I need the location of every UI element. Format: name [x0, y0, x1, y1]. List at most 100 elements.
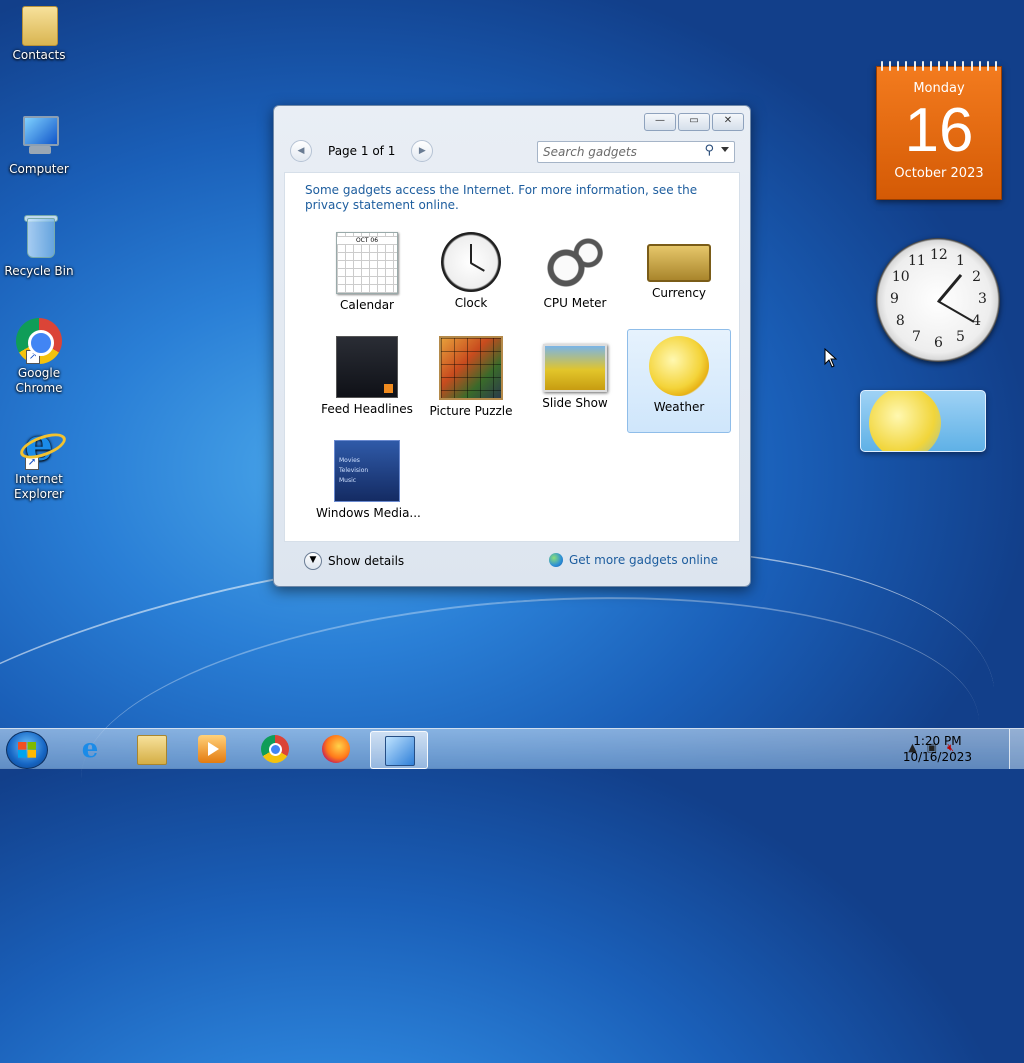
clock-number: 8	[895, 313, 905, 329]
gadget-tile-clock[interactable]: Clock	[419, 225, 523, 329]
desktop-icon-label: Recycle Bin	[4, 264, 74, 278]
chrome-icon: ↗	[16, 318, 62, 364]
desktop-icon-recycle-bin[interactable]: Recycle Bin	[4, 214, 74, 279]
recycle-bin-icon	[15, 214, 63, 262]
taskbar-google-chrome[interactable]	[247, 731, 303, 767]
gadgets-window-footer: ▼ Show details Get more gadgets online	[284, 546, 738, 576]
weather-gadget[interactable]	[860, 390, 986, 452]
window-controls: — ▭ ✕	[644, 113, 744, 131]
shortcut-arrow-icon: ↗	[25, 456, 39, 470]
gadget-tile-calendar[interactable]: OCT 06 Calendar	[315, 225, 419, 329]
gadget-name: Calendar	[340, 298, 394, 312]
chrome-icon	[261, 735, 289, 763]
internet-explorer-icon: e ↗	[15, 422, 63, 470]
taskbar-gadgets[interactable]	[370, 731, 428, 769]
search-placeholder: Search gadgets	[543, 145, 637, 159]
clock-number: 10	[891, 269, 910, 285]
gadget-name: Windows Media...	[316, 506, 421, 520]
calendar-thumb-month: OCT 06	[337, 237, 397, 244]
privacy-info-text[interactable]: Some gadgets access the Internet. For mo…	[305, 183, 715, 213]
desktop-icon-computer[interactable]: Computer	[4, 112, 74, 177]
gadget-name: Weather	[653, 400, 705, 414]
computer-icon	[15, 112, 63, 160]
close-button[interactable]: ✕	[712, 113, 744, 131]
search-icon[interactable]: ⚲	[704, 143, 714, 158]
desktop-icon-internet-explorer[interactable]: e ↗ Internet Explorer	[4, 422, 74, 502]
gadget-tile-currency[interactable]: Currency	[627, 225, 731, 329]
start-button[interactable]	[6, 731, 48, 769]
clock-hour-hand	[938, 273, 963, 302]
maximize-button[interactable]: ▭	[678, 113, 710, 131]
currency-thumbnail-icon	[647, 244, 711, 282]
desktop-icon-label: Computer	[9, 162, 69, 176]
clock-number: 2	[972, 269, 982, 285]
mouse-pointer-icon	[824, 348, 838, 368]
taskbar-internet-explorer[interactable]: e	[62, 731, 118, 767]
clock-thumbnail-icon	[441, 232, 501, 292]
desktop-icon-label: Google Chrome	[15, 366, 63, 395]
gadget-tile-weather[interactable]: Weather	[627, 329, 731, 433]
show-details-toggle[interactable]: ▼ Show details	[304, 552, 404, 570]
gadget-tile-cpu-meter[interactable]: CPU Meter	[523, 225, 627, 329]
gadget-tile-slide-show[interactable]: Slide Show	[523, 329, 627, 433]
taskbar-clock[interactable]: 1:20 PM 10/16/2023	[903, 733, 972, 765]
chevron-left-icon[interactable]: ◀	[290, 140, 312, 162]
clock-number: 3	[978, 291, 987, 307]
clock-number: 12	[930, 247, 948, 263]
internet-explorer-icon: e	[81, 734, 99, 764]
calendar-month-year: October 2023	[894, 166, 984, 181]
desktop-icon-google-chrome[interactable]: ↗ Google Chrome	[4, 318, 74, 396]
page-label: Page 1 of 1	[328, 144, 396, 158]
firefox-icon	[322, 735, 350, 763]
get-more-gadgets-label: Get more gadgets online	[568, 553, 718, 567]
chevron-down-icon[interactable]	[721, 147, 729, 152]
get-more-gadgets-link[interactable]: Get more gadgets online	[548, 553, 718, 567]
clock-number: 5	[956, 329, 965, 346]
clock-number: 9	[890, 291, 899, 307]
gadget-name: Clock	[454, 296, 488, 310]
calendar-thumbnail-icon: OCT 06	[336, 232, 398, 294]
desktop-icon-contacts[interactable]: Contacts	[4, 6, 74, 63]
desktop-icon-label: Contacts	[12, 48, 66, 62]
taskbar-date: 10/16/2023	[902, 750, 972, 764]
wmc-thumb-line: Movies	[339, 457, 360, 464]
minimize-button[interactable]: —	[644, 113, 676, 131]
show-details-label: Show details	[328, 554, 405, 568]
gadget-tile-picture-puzzle[interactable]: Picture Puzzle	[419, 329, 523, 433]
gadget-tile-feed-headlines[interactable]: Feed Headlines	[315, 329, 419, 433]
clock-number: 1	[956, 252, 965, 269]
gadget-name: Slide Show	[542, 396, 608, 410]
search-gadgets-input[interactable]: Search gadgets ⚲	[537, 141, 735, 163]
sun-icon	[869, 391, 941, 451]
windows-logo-icon	[18, 742, 36, 758]
cpu-meter-thumbnail-icon	[545, 232, 605, 292]
taskbar-windows-explorer[interactable]	[123, 731, 179, 767]
calendar-gadget[interactable]: Monday 16 October 2023	[876, 61, 1002, 200]
clock-number: 6	[934, 335, 943, 351]
folder-icon	[137, 735, 167, 765]
slide-show-thumbnail-icon	[543, 344, 607, 392]
windows-media-center-thumbnail-icon: Movies Television Music	[334, 440, 400, 502]
gadget-tile-windows-media-center[interactable]: Movies Television Music Windows Media...	[315, 433, 421, 537]
chevron-right-icon[interactable]: ▶	[411, 140, 434, 162]
calendar-date-number: 16	[904, 96, 974, 165]
gadget-name: CPU Meter	[543, 296, 607, 310]
feed-headlines-thumbnail-icon	[336, 336, 398, 398]
clock-minute-hand	[937, 300, 975, 323]
shortcut-arrow-icon: ↗	[26, 350, 40, 364]
clock-number: 4	[972, 313, 982, 329]
globe-icon	[548, 553, 563, 567]
gadget-name: Feed Headlines	[321, 402, 413, 416]
clock-gadget[interactable]: 12 1 2 3 4 5 6 7 8 9 10 11	[876, 238, 1000, 362]
taskbar-time: 1:20 PM	[913, 734, 962, 748]
gadget-name: Currency	[651, 286, 707, 300]
taskbar-media-player[interactable]	[184, 731, 240, 767]
wmc-thumb-line: Music	[339, 477, 357, 484]
gadget-name: Picture Puzzle	[429, 404, 513, 418]
chevron-down-icon: ▼	[304, 552, 322, 570]
clock-number: 11	[908, 252, 926, 269]
taskbar: e ▲ ▣ 🔇︎ 1:20 PM 10/16/2023	[0, 728, 1024, 769]
picture-puzzle-thumbnail-icon	[439, 336, 503, 400]
show-desktop-button[interactable]	[1009, 729, 1024, 769]
taskbar-firefox[interactable]	[308, 731, 364, 767]
